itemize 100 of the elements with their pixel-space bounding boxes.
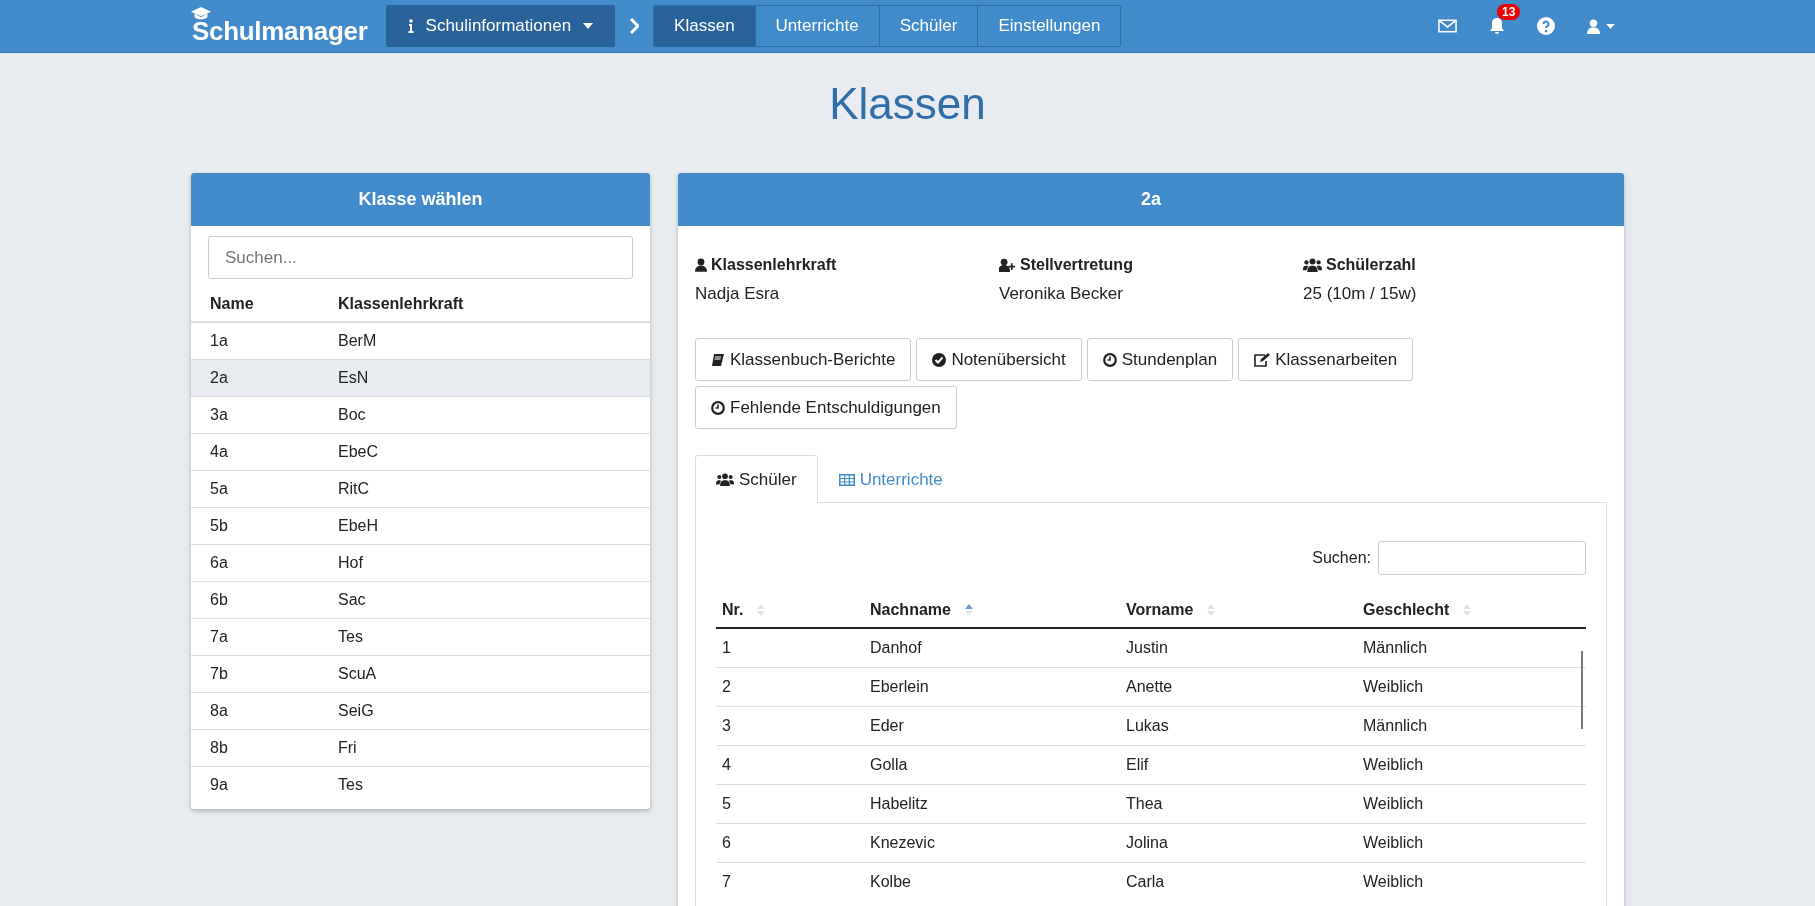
action-button[interactable]: Notenübersicht: [916, 338, 1082, 381]
table-cell: 9a: [191, 766, 319, 803]
search-field[interactable]: [1378, 541, 1586, 575]
table-cell: 2a: [191, 359, 319, 397]
mail-icon[interactable]: [1438, 19, 1457, 33]
check-circle-icon: [932, 352, 947, 367]
table-cell: EbeC: [319, 433, 650, 471]
class-row[interactable]: 3a Boc: [191, 396, 650, 434]
table-cell: 7: [716, 862, 864, 901]
search-label: Suchen:: [1312, 549, 1371, 567]
table-cell: Boc: [319, 396, 650, 434]
class-row[interactable]: 9a Tes: [191, 766, 650, 803]
page-title: Klassen: [828, 79, 987, 129]
scrollbar[interactable]: [1581, 651, 1583, 729]
panel-header: Klasse wählen: [191, 173, 650, 226]
info-dropdown-button[interactable]: Schulinformationen: [385, 5, 616, 47]
table-cell: 1a: [191, 322, 319, 360]
table-cell: Hof: [319, 544, 650, 582]
class-row[interactable]: 7b ScuA: [191, 655, 650, 693]
info-label: Schülerzahl: [1326, 256, 1416, 274]
bell-icon[interactable]: [1489, 17, 1505, 35]
table-cell: 8a: [191, 692, 319, 730]
class-row[interactable]: 6b Sac: [191, 581, 650, 619]
book-icon: [711, 352, 725, 367]
table-cell: Eberlein: [864, 667, 1120, 707]
brand-logo[interactable]: Schulmanager: [192, 5, 368, 47]
table-cell: Elif: [1120, 745, 1357, 785]
column-header[interactable]: Nr.: [716, 591, 864, 628]
user-plus-icon: [999, 258, 1016, 272]
action-button[interactable]: Klassenbuch-Berichte: [695, 338, 912, 381]
table-cell: EbeH: [319, 507, 650, 545]
info-label: Stellvertretung: [1020, 256, 1133, 274]
table-cell: Männlich: [1357, 628, 1586, 668]
class-row[interactable]: 6a Hof: [191, 544, 650, 582]
table-cell: 4: [716, 745, 864, 785]
nav-tab[interactable]: Einstellungen: [977, 6, 1121, 46]
caret-icon: [1606, 23, 1615, 29]
clock-icon: [711, 400, 725, 415]
nav-tab[interactable]: Klassen: [654, 6, 755, 46]
table-cell: Thea: [1120, 784, 1357, 824]
action-button[interactable]: Stundenplan: [1086, 338, 1234, 381]
column-header[interactable]: Nachname: [864, 591, 1120, 628]
table-cell: Sac: [319, 581, 650, 619]
table-cell: 6a: [191, 544, 319, 582]
tab[interactable]: Unterrichte: [817, 455, 964, 503]
table-icon: [838, 473, 855, 486]
table-cell: 4a: [191, 433, 319, 471]
info-value: Veronika Becker: [999, 284, 1124, 304]
class-row[interactable]: 1a BerM: [191, 322, 650, 360]
table-cell: Justin: [1120, 628, 1357, 668]
info-value: 25 (10m / 15w): [1303, 284, 1418, 304]
table-cell: Fri: [319, 729, 650, 767]
table-cell: Anette: [1120, 667, 1357, 707]
class-row[interactable]: 8b Fri: [191, 729, 650, 767]
column-header: Name: [191, 285, 319, 322]
class-row[interactable]: 8a SeiG: [191, 692, 650, 730]
tab[interactable]: Schüler: [695, 455, 818, 503]
info-value: Nadja Esra: [695, 284, 781, 304]
class-row[interactable]: 5a RitC: [191, 470, 650, 508]
table-cell: 6: [716, 823, 864, 863]
column-header[interactable]: Geschlecht: [1357, 591, 1586, 628]
users-icon: [716, 473, 734, 486]
table-cell: BerM: [319, 322, 650, 360]
table-cell: Golla: [864, 745, 1120, 785]
clock-icon: [1102, 352, 1117, 367]
class-row[interactable]: 4a EbeC: [191, 433, 650, 471]
table-cell: Danhof: [864, 628, 1120, 668]
user-icon: [1587, 18, 1600, 34]
table-cell: RitC: [319, 470, 650, 508]
user-menu[interactable]: [1587, 18, 1615, 34]
table-cell: ScuA: [319, 655, 650, 693]
table-cell: Jolina: [1120, 823, 1357, 863]
search-field[interactable]: Suchen...: [208, 236, 633, 279]
user-icon: [695, 258, 707, 272]
info-icon: [407, 19, 414, 33]
help-icon[interactable]: [1537, 17, 1555, 35]
info-label: Klassenlehrkraft: [711, 256, 837, 274]
panel-header: 2a: [678, 173, 1624, 226]
table-cell: 8b: [191, 729, 319, 767]
table-cell: Eder: [864, 706, 1120, 746]
table-cell: Carla: [1120, 862, 1357, 901]
table-cell: Tes: [319, 766, 650, 803]
table-cell: 5a: [191, 470, 319, 508]
class-row[interactable]: 5b EbeH: [191, 507, 650, 545]
table-cell: Weiblich: [1357, 862, 1586, 901]
class-row[interactable]: 2a EsN: [191, 359, 650, 397]
column-header[interactable]: Vorname: [1120, 591, 1357, 628]
action-button[interactable]: Klassenarbeiten: [1238, 338, 1414, 381]
action-button[interactable]: Fehlende Entschuldigungen: [695, 386, 957, 429]
table-cell: Habelitz: [864, 784, 1120, 824]
class-row[interactable]: 7a Tes: [191, 618, 650, 656]
table-cell: 3: [716, 706, 864, 746]
edit-icon: [1254, 352, 1271, 367]
table-cell: Weiblich: [1357, 745, 1586, 785]
table-cell: 3a: [191, 396, 319, 434]
column-header: Klassenlehrkraft: [319, 285, 650, 322]
users-icon: [1303, 258, 1322, 272]
table-cell: 1: [716, 628, 864, 668]
notification-badge: 13: [1497, 4, 1521, 20]
table-cell: EsN: [319, 359, 650, 397]
